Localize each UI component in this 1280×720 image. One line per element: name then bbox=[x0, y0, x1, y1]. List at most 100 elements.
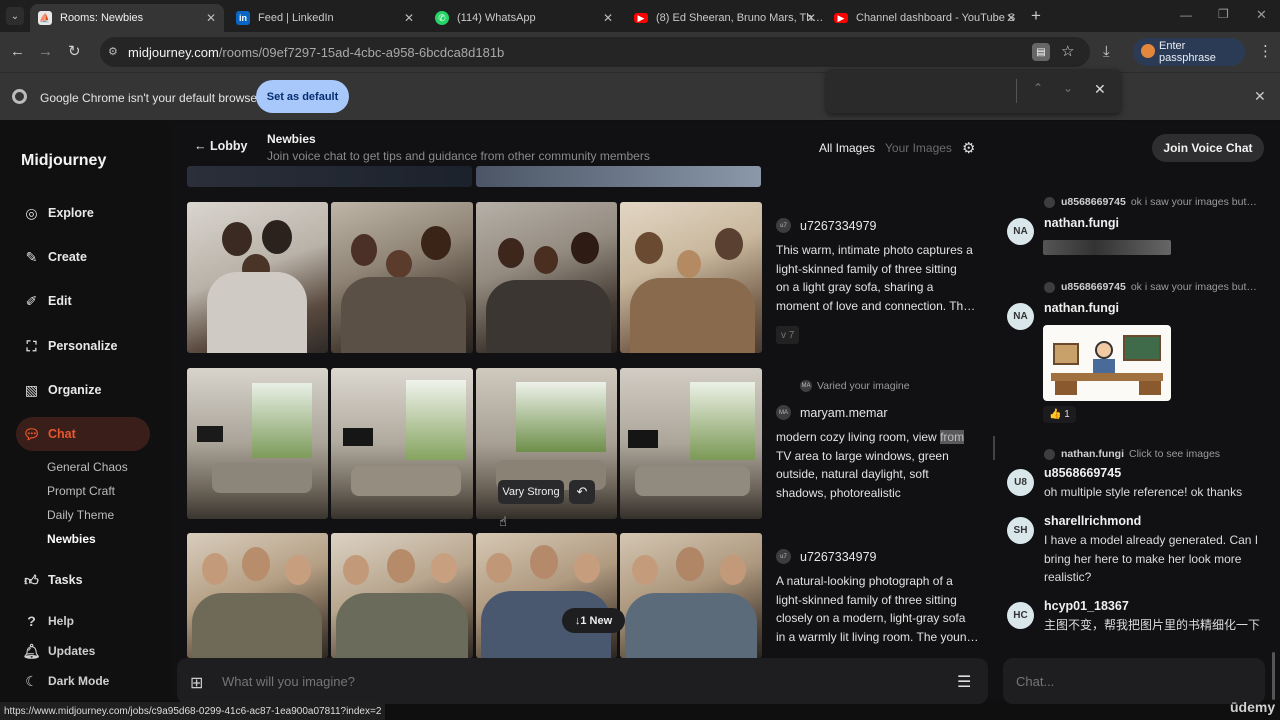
attached-image[interactable] bbox=[1043, 325, 1171, 401]
set-as-default-button[interactable]: Set as default bbox=[256, 80, 349, 113]
avatar[interactable]: SH bbox=[1007, 517, 1034, 544]
nav-explore[interactable]: ◎ Explore bbox=[23, 202, 93, 224]
close-tab-icon[interactable]: ✕ bbox=[404, 11, 414, 25]
prompt-text[interactable]: This warm, intimate photo captures a lig… bbox=[776, 241, 982, 315]
reaction-badge[interactable]: 👍 1 bbox=[1043, 406, 1076, 423]
tab-all-images[interactable]: All Images bbox=[819, 141, 875, 155]
reply-context[interactable]: u8568669745 ok i saw your images but… bbox=[1044, 281, 1257, 293]
nav-chat[interactable]: 💬︎ Chat bbox=[23, 423, 76, 445]
reader-mode-icon[interactable]: ▤ bbox=[1032, 43, 1050, 61]
avatar[interactable]: U8 bbox=[1007, 469, 1034, 496]
generated-image[interactable] bbox=[331, 533, 473, 658]
room-newbies[interactable]: Newbies bbox=[47, 532, 96, 546]
generated-image[interactable] bbox=[331, 202, 473, 353]
add-image-icon[interactable]: ⊞ bbox=[190, 673, 203, 693]
restore-icon[interactable]: ❐ bbox=[1218, 7, 1229, 21]
reload-icon[interactable]: ↻ bbox=[68, 44, 81, 59]
join-voice-chat-button[interactable]: Join Voice Chat bbox=[1152, 134, 1264, 162]
tab-youtube-music[interactable]: ▶ (8) Ed Sheeran, Bruno Mars, Th… ✕ bbox=[626, 4, 824, 32]
tab-rooms-newbies[interactable]: ⛵ Rooms: Newbies ✕ bbox=[30, 4, 224, 32]
room-prompt-craft[interactable]: Prompt Craft bbox=[47, 484, 115, 498]
nav-help[interactable]: ? Help bbox=[23, 611, 74, 631]
room-general-chaos[interactable]: General Chaos bbox=[47, 460, 128, 474]
previous-image[interactable] bbox=[187, 166, 472, 187]
generated-image[interactable] bbox=[331, 368, 473, 519]
close-tab-icon[interactable]: ✕ bbox=[206, 11, 216, 25]
moon-icon: ☾ bbox=[25, 672, 38, 689]
previous-image[interactable] bbox=[476, 166, 761, 187]
generated-image[interactable] bbox=[187, 533, 328, 658]
nav-create[interactable]: ✎ Create bbox=[23, 246, 87, 268]
brand-logo[interactable]: Midjourney bbox=[21, 152, 106, 170]
enter-passphrase-button[interactable]: Enter passphrase bbox=[1133, 38, 1245, 66]
minimize-icon[interactable]: — bbox=[1180, 8, 1192, 22]
tab-linkedin[interactable]: in Feed | LinkedIn ✕ bbox=[228, 4, 422, 32]
undo-icon[interactable]: ↶ bbox=[569, 480, 595, 504]
chrome-menu-icon[interactable]: ⋮ bbox=[1258, 44, 1273, 59]
close-tab-icon[interactable]: ✕ bbox=[603, 11, 613, 25]
chat-username[interactable]: u8568669745 bbox=[1044, 466, 1121, 480]
nav-organize[interactable]: ▧ Organize bbox=[23, 379, 102, 401]
nav-dark-mode[interactable]: ☾ Dark Mode bbox=[23, 671, 109, 691]
tab-whatsapp[interactable]: ✆ (114) WhatsApp ✕ bbox=[427, 4, 621, 32]
post-author[interactable]: u7 u7267334979 bbox=[776, 549, 876, 564]
close-tab-icon[interactable]: ✕ bbox=[806, 11, 816, 25]
generated-image[interactable] bbox=[620, 368, 762, 519]
generated-image[interactable] bbox=[476, 202, 617, 353]
avatar[interactable]: NA bbox=[1007, 303, 1034, 330]
reply-context[interactable]: u8568669745 ok i saw your images but… bbox=[1044, 196, 1257, 208]
nav-edit[interactable]: ✐ Edit bbox=[23, 290, 72, 312]
new-messages-button[interactable]: ↓ 1 New bbox=[562, 608, 625, 633]
chat-username[interactable]: sharellrichmond bbox=[1044, 514, 1141, 528]
new-tab-icon[interactable]: + bbox=[1031, 6, 1041, 26]
post-author[interactable]: MA maryam.memar bbox=[776, 405, 888, 420]
nav-updates[interactable]: 🔔︎ Updates bbox=[23, 641, 96, 661]
post-author[interactable]: u7 u7267334979 bbox=[776, 218, 876, 233]
reply-context[interactable]: nathan.fungi Click to see images bbox=[1044, 448, 1220, 460]
chat-username[interactable]: nathan.fungi bbox=[1044, 216, 1119, 230]
generated-image[interactable] bbox=[620, 202, 762, 353]
avatar[interactable]: NA bbox=[1007, 218, 1034, 245]
forward-icon[interactable]: → bbox=[38, 44, 53, 59]
tab-youtube-dashboard[interactable]: ▶ Channel dashboard - YouTube S ✕ bbox=[826, 4, 1024, 32]
chat-icon: 💬︎ bbox=[22, 425, 41, 442]
vary-strong-button[interactable]: Vary Strong bbox=[498, 480, 564, 504]
room-daily-theme[interactable]: Daily Theme bbox=[47, 508, 114, 522]
imagine-input[interactable] bbox=[222, 674, 822, 689]
generated-image[interactable] bbox=[620, 533, 762, 658]
prompt-text[interactable]: A natural-looking photograph of a light-… bbox=[776, 572, 982, 646]
settings-gear-icon[interactable]: ⚙ bbox=[962, 139, 975, 157]
generated-image[interactable] bbox=[187, 202, 328, 353]
feed-scrollbar[interactable] bbox=[993, 436, 995, 460]
prompt-text[interactable]: modern cozy living room, view from TV ar… bbox=[776, 428, 982, 502]
chat-username[interactable]: nathan.fungi bbox=[1044, 301, 1119, 315]
attached-image[interactable] bbox=[1043, 240, 1171, 255]
back-to-lobby[interactable]: ← Lobby bbox=[194, 139, 247, 153]
find-close-icon[interactable]: ✕ bbox=[1094, 81, 1106, 98]
tab-your-images[interactable]: Your Images bbox=[885, 141, 952, 155]
room-title: Newbies bbox=[267, 132, 316, 146]
settings-sliders-icon[interactable]: ☰ bbox=[957, 672, 971, 692]
find-next-icon[interactable]: ⌄ bbox=[1063, 81, 1073, 95]
back-icon[interactable]: ← bbox=[10, 44, 25, 59]
close-window-icon[interactable]: ✕ bbox=[1256, 7, 1267, 23]
tab-search-button[interactable]: ⌄ bbox=[6, 7, 24, 25]
find-previous-icon[interactable]: ⌃ bbox=[1033, 81, 1043, 95]
chat-scrollbar[interactable] bbox=[1272, 652, 1275, 700]
downloads-icon[interactable]: ⤓ bbox=[1103, 44, 1110, 59]
close-infobar-icon[interactable]: ✕ bbox=[1254, 88, 1266, 105]
chat-username[interactable]: hcyp01_18367 bbox=[1044, 599, 1129, 613]
chat-input[interactable] bbox=[1016, 674, 1216, 689]
generated-image[interactable] bbox=[476, 533, 617, 658]
generated-image[interactable] bbox=[187, 368, 328, 519]
username: u7267334979 bbox=[800, 218, 877, 233]
nav-personalize[interactable]: ⛶ Personalize bbox=[23, 335, 118, 357]
site-info-icon[interactable]: ⚙ bbox=[108, 45, 118, 58]
avatar[interactable]: HC bbox=[1007, 602, 1034, 629]
bookmark-star-icon[interactable]: ☆ bbox=[1061, 42, 1074, 60]
prompt-line: on a light gray sofa, sharing a bbox=[776, 280, 934, 295]
reply-context[interactable]: MA Varied your imagine bbox=[800, 380, 910, 392]
address-bar[interactable]: ⚙ midjourney.com/rooms/09ef7297-15ad-4cb… bbox=[100, 37, 1090, 67]
nav-tasks[interactable]: 👍︎ Tasks bbox=[23, 569, 82, 591]
close-tab-icon[interactable]: ✕ bbox=[1006, 11, 1016, 25]
